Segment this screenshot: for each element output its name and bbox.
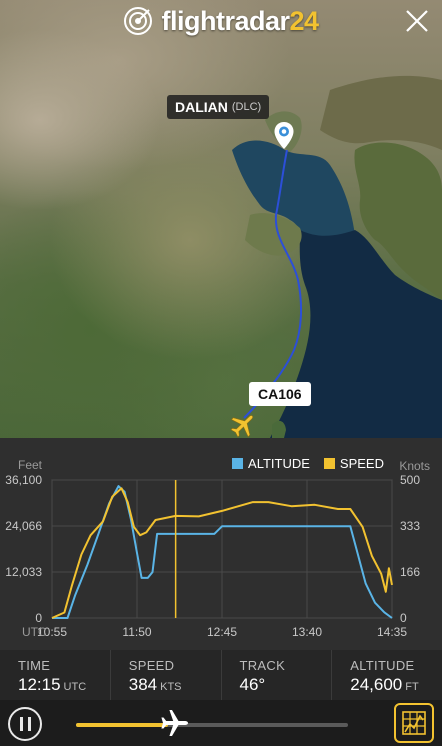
flightradar24-logo: flightradar24 [0,4,442,38]
y-left-tick-label: 24,066 [5,519,42,533]
map-toggle-button[interactable] [394,703,434,743]
flight-map[interactable]: flightradar24 DALIAN (DLC) CA106 [0,0,442,438]
map-grid-icon [402,711,426,735]
stat-speed: SPEED 384 KTS [109,650,221,700]
location-pin-icon[interactable] [273,121,295,151]
close-icon [406,10,428,32]
pause-button[interactable] [8,707,42,741]
x-tick-label: 13:40 [292,625,322,639]
stat-altitude: ALTITUDE 24,600 FT [331,650,442,700]
stat-track-label: TRACK [239,658,286,673]
stat-track: TRACK 46° [220,650,332,700]
y-left-tick-label: 0 [35,611,42,625]
stat-speed-label: SPEED [128,658,175,673]
playback-controls [0,700,442,743]
stat-time-label: TIME [18,658,51,673]
pause-icon-bar [27,717,31,731]
origin-airport-label[interactable]: DALIAN (DLC) [167,95,270,119]
logo-wordmark: flightradar24 [161,5,319,36]
y-right-tick-label: 500 [400,473,420,487]
y-right-tick-label: 0 [400,611,407,625]
airplane-icon[interactable] [228,410,258,438]
x-tick-label: 12:45 [207,625,237,639]
y-left-tick-label: 36,100 [5,473,42,487]
stat-time-value: 12:15 UTC [18,675,87,694]
airport-name: DALIAN [175,99,228,115]
scrubber-airplane-icon[interactable] [157,706,191,740]
close-button[interactable] [402,6,432,36]
x-unit-label: UTC [22,625,47,639]
radar-logo-icon [124,7,153,35]
y-left-tick-label: 12,033 [5,565,42,579]
map-terrain [232,75,442,438]
stat-altitude-value: 24,600 FT [350,675,419,694]
y-right-tick-label: 166 [400,565,420,579]
flight-callsign-label[interactable]: CA106 [249,382,311,406]
chart-svg[interactable]: 36,10024,06612,0330500333166010:55 11:50 1… [0,438,442,650]
flight-playback-panel: Feet Knots ALTITUDE SPEED 36,100 24,066 12… [0,438,442,743]
airport-code: (DLC) [231,101,262,113]
scrubber-progress [76,723,169,727]
pause-icon [19,717,23,731]
north-korea-terrain [320,75,442,150]
stat-speed-value: 384 KTS [128,675,182,694]
y-right-tick-label: 333 [400,519,420,533]
stat-track-value: 46° [239,675,266,694]
x-tick-label: 14:35 [377,625,407,639]
flight-profile-chart: Feet Knots ALTITUDE SPEED 36,100 24,066 12… [0,438,442,650]
stat-time: TIME 12:15 UTC [0,650,110,700]
flight-stats-bar: TIME 12:15 UTC SPEED 384 KTS TRACK 46° ALT… [0,650,442,700]
x-tick-label: 11:50 [122,625,151,639]
stat-altitude-label: ALTITUDE [350,658,415,673]
playback-scrubber[interactable] [76,723,348,727]
